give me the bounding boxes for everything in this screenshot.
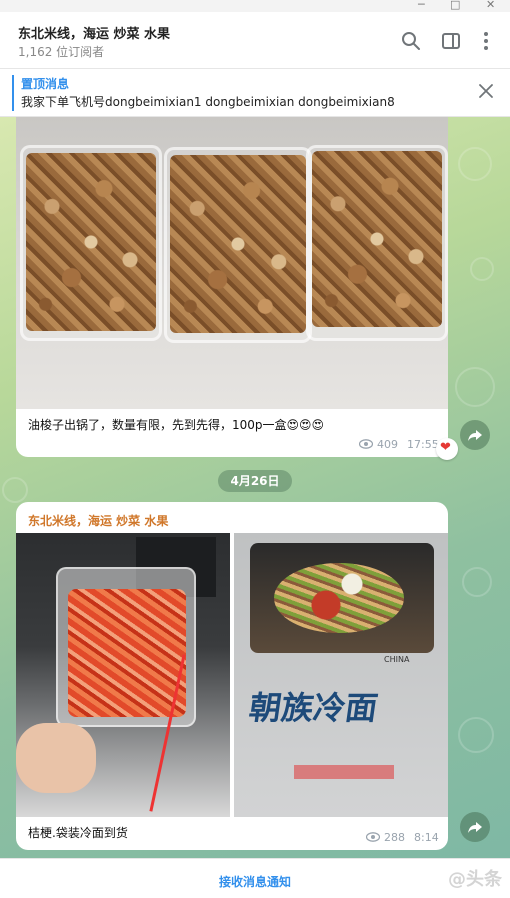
photo-noodles: [274, 563, 404, 633]
message-bubble[interactable]: 东北米线，海运 炒菜 水果 朝族冷面 CHINA 桔梗.袋装冷面到货 288 8…: [16, 502, 448, 850]
chat-background: 油梭子出锅了，数量有限，先到先得，100p一盒😍😍😍 409 17:55 ❤ 4…: [0, 117, 510, 858]
pinned-indicator: [12, 75, 14, 111]
bg-doodle: [462, 567, 492, 597]
channel-title[interactable]: 东北米线，海运 炒菜 水果: [18, 23, 170, 42]
minimize-icon[interactable]: ─: [418, 0, 425, 11]
bg-doodle: [470, 257, 494, 281]
close-window-icon[interactable]: ✕: [486, 0, 495, 11]
message-author[interactable]: 东北米线，海运 炒菜 水果: [28, 512, 168, 529]
photo-label-strip: [294, 765, 394, 779]
message-photo[interactable]: [16, 533, 230, 817]
message-photo[interactable]: 朝族冷面 CHINA: [234, 533, 448, 817]
photo-food: [170, 155, 306, 333]
bg-doodle: [455, 367, 495, 407]
photo-kimchi: [68, 589, 186, 717]
search-icon[interactable]: [400, 30, 422, 52]
watermark: @头条: [448, 869, 502, 890]
view-count: 409: [377, 438, 398, 451]
message-caption: 油梭子出锅了，数量有限，先到先得，100p一盒😍😍😍: [28, 418, 325, 432]
pinned-message-bar[interactable]: 置顶消息 我家下单飞机号dongbeimixian1 dongbeimixian…: [0, 69, 510, 117]
chat-header: 东北米线，海运 炒菜 水果 1,162 位订阅者: [0, 12, 510, 69]
window-title-bar: ─ □ ✕: [0, 0, 510, 12]
message-time: 8:14: [414, 831, 439, 844]
eye-icon: [366, 832, 380, 842]
more-icon[interactable]: [475, 30, 497, 52]
message-bubble[interactable]: 油梭子出锅了，数量有限，先到先得，100p一盒😍😍😍 409 17:55: [16, 117, 448, 457]
heart-icon: ❤: [440, 440, 451, 455]
photo-hand: [16, 723, 96, 793]
bg-doodle: [458, 717, 494, 753]
bottom-bar: 接收消息通知 @头条: [0, 858, 510, 898]
subscriber-count: 1,162 位订阅者: [18, 45, 105, 59]
package-label: CHINA: [384, 655, 410, 664]
photo-food: [312, 151, 442, 327]
view-count: 288: [384, 831, 405, 844]
bg-doodle: [2, 477, 28, 503]
share-icon: [468, 822, 482, 833]
bg-doodle: [458, 147, 492, 181]
package-title: 朝族冷面: [246, 689, 381, 727]
reaction-badge[interactable]: ❤: [436, 438, 458, 460]
pinned-label: 置顶消息: [21, 77, 70, 91]
forward-button[interactable]: [460, 812, 490, 842]
close-icon[interactable]: [478, 83, 494, 99]
pinned-text: 我家下单飞机号dongbeimixian1 dongbeimixian dong…: [21, 95, 395, 109]
date-separator: 4月26日: [218, 470, 292, 492]
eye-icon: [359, 439, 373, 449]
sidebar-toggle-icon[interactable]: [440, 30, 462, 52]
message-time: 17:55: [407, 438, 439, 451]
forward-button[interactable]: [460, 420, 490, 450]
maximize-icon[interactable]: □: [450, 0, 460, 11]
notify-button[interactable]: 接收消息通知: [0, 873, 510, 890]
message-photo[interactable]: [16, 117, 448, 409]
photo-food: [26, 153, 156, 331]
share-icon: [468, 430, 482, 441]
message-caption: 桔梗.袋装冷面到货: [28, 826, 128, 840]
